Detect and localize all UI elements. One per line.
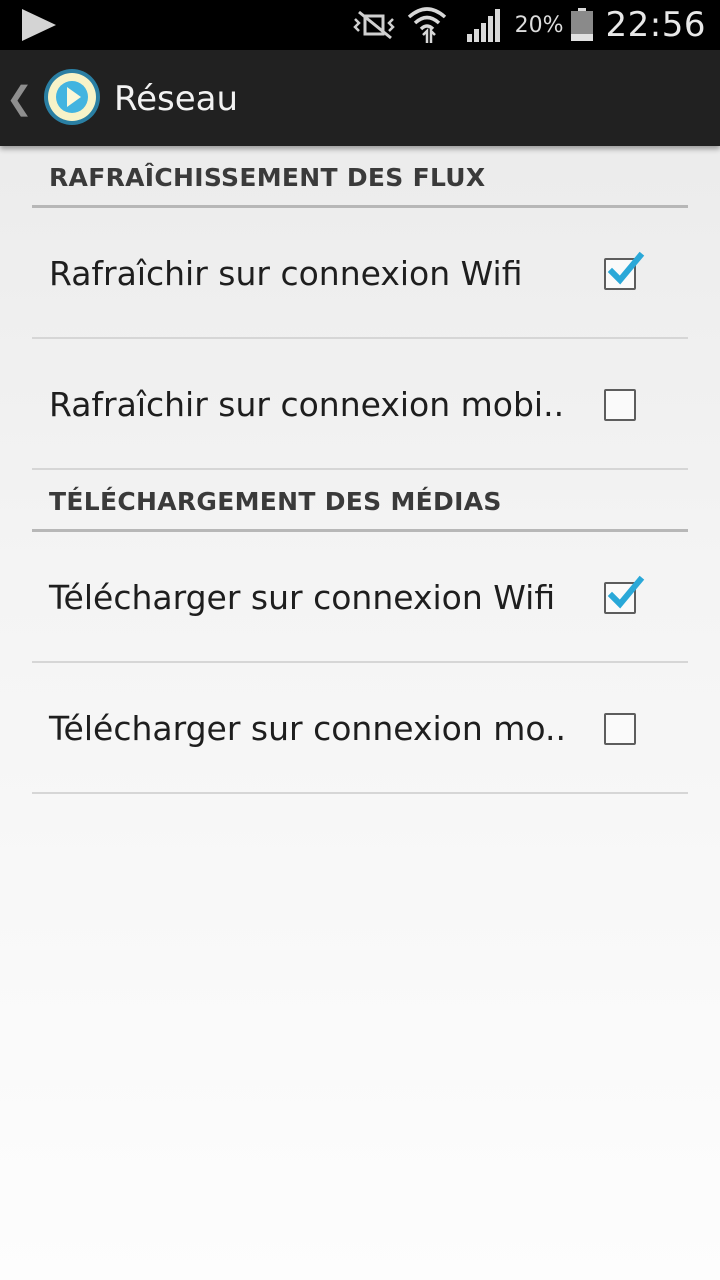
pref-refresh-mobile[interactable]: Rafraîchir sur connexion mobi.. <box>32 339 688 470</box>
status-icons: 20% 22:56 <box>341 0 706 50</box>
pref-label: Télécharger sur connexion mo.. <box>49 709 566 748</box>
checkmark-icon <box>607 575 645 609</box>
pref-download-mobile[interactable]: Télécharger sur connexion mo.. <box>32 663 688 794</box>
status-bar: 20% 22:56 <box>0 0 720 50</box>
battery-icon <box>570 8 594 42</box>
podcast-app-icon[interactable] <box>43 68 101 126</box>
wifi-icon <box>407 5 447 45</box>
pref-label: Rafraîchir sur connexion mobi.. <box>49 385 565 424</box>
vibrate-mute-icon <box>351 10 397 40</box>
refresh-mobile-checkbox[interactable] <box>604 389 636 421</box>
download-wifi-checkbox[interactable] <box>604 575 645 614</box>
section-header-feed-refresh: RAFRAÎCHISSEMENT DES FLUX <box>32 146 688 208</box>
section-header-media-download: TÉLÉCHARGEMENT DES MÉDIAS <box>32 470 688 532</box>
checkmark-icon <box>607 251 645 285</box>
pref-refresh-wifi[interactable]: Rafraîchir sur connexion Wifi <box>32 208 688 339</box>
download-mobile-checkbox[interactable] <box>604 713 636 745</box>
action-bar: ❮ Réseau <box>0 50 720 146</box>
pref-label: Télécharger sur connexion Wifi <box>49 578 556 617</box>
refresh-wifi-checkbox[interactable] <box>604 251 645 290</box>
page-title: Réseau <box>114 79 239 119</box>
status-clock: 22:56 <box>605 5 706 45</box>
preferences-list: RAFRAÎCHISSEMENT DES FLUX Rafraîchir sur… <box>32 146 688 794</box>
media-play-icon <box>22 9 56 41</box>
back-chevron-icon[interactable]: ❮ <box>6 80 33 116</box>
pref-label: Rafraîchir sur connexion Wifi <box>49 254 523 293</box>
pref-download-wifi[interactable]: Télécharger sur connexion Wifi <box>32 532 688 663</box>
battery-percent: 20% <box>514 12 564 38</box>
signal-icon <box>465 8 501 42</box>
